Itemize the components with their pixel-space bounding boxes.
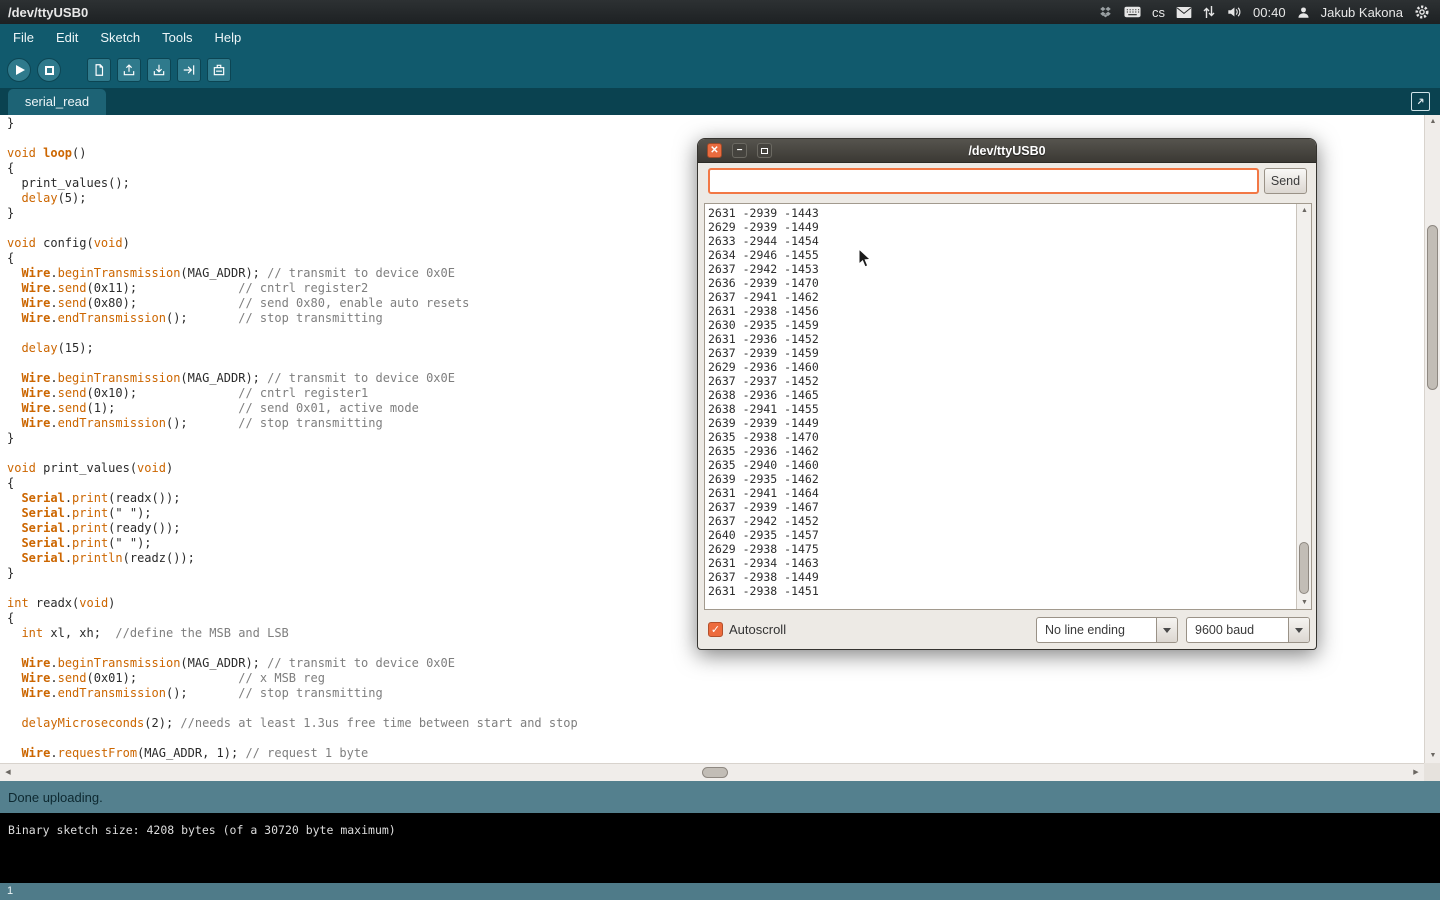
serial-scroll-up-arrow[interactable]: ▲	[1297, 204, 1312, 217]
clock[interactable]: 00:40	[1253, 5, 1286, 20]
user-icon	[1297, 6, 1310, 19]
editor-vertical-scrollbar[interactable]: ▲ ▼	[1424, 115, 1440, 763]
desktop: /dev/ttyUSB0 cs 00:40 Jakub Kakona	[0, 0, 1440, 900]
tab-menu-button[interactable]	[1411, 92, 1430, 111]
upload-arrow-right-icon	[182, 63, 196, 77]
window-minimize-button[interactable]: −	[732, 143, 747, 158]
baud-rate-select[interactable]: 9600 baud	[1186, 617, 1310, 643]
code-line: Wire.requestFrom(MAG_ADDR, 1); // reques…	[7, 746, 1424, 761]
menu-bar: FileEditSketchToolsHelp	[0, 24, 1440, 52]
window-close-button[interactable]: ✕	[707, 143, 722, 158]
window-maximize-button[interactable]	[757, 143, 772, 158]
code-line: delayMicroseconds(2); //needs at least 1…	[7, 716, 1424, 731]
line-ending-select[interactable]: No line ending	[1036, 617, 1178, 643]
new-sketch-button[interactable]	[87, 58, 111, 82]
console-text: Binary sketch size: 4208 bytes (of a 307…	[8, 823, 396, 837]
code-line: Wire.endTransmission(); // stop transmit…	[7, 686, 1424, 701]
verify-button[interactable]	[7, 58, 31, 82]
horizontal-scrollbar-thumb[interactable]	[702, 767, 728, 778]
chevron-down-icon[interactable]	[1156, 618, 1177, 642]
vertical-scrollbar-thumb[interactable]	[1427, 225, 1438, 390]
menu-edit[interactable]: Edit	[45, 24, 89, 52]
current-line-number: 1	[7, 885, 13, 897]
upload-button[interactable]	[177, 58, 201, 82]
top-panel: /dev/ttyUSB0 cs 00:40 Jakub Kakona	[0, 0, 1440, 24]
serial-send-input[interactable]	[708, 168, 1259, 194]
stop-button[interactable]	[37, 58, 61, 82]
focused-window-title: /dev/ttyUSB0	[0, 5, 88, 20]
console-output: Binary sketch size: 4208 bytes (of a 307…	[0, 813, 1440, 883]
keyboard-layout-label[interactable]: cs	[1152, 5, 1165, 20]
scroll-down-arrow[interactable]: ▼	[1425, 749, 1440, 763]
tab-serial-read[interactable]: serial_read	[8, 89, 106, 115]
editor-horizontal-scrollbar[interactable]: ◀ ▶	[0, 763, 1424, 781]
network-sync-icon[interactable]	[1203, 5, 1215, 19]
serial-output-text: 2631 -2939 -1443 2629 -2939 -1449 2633 -…	[705, 204, 1311, 598]
menu-tools[interactable]: Tools	[151, 24, 203, 52]
new-tab-icon	[1415, 96, 1426, 107]
system-tray: cs 00:40 Jakub Kakona	[1098, 4, 1440, 20]
ide-toolbar	[0, 52, 1440, 88]
serial-monitor-window: ✕ − /dev/ttyUSB0 Send 2631 -2939 -1443 2…	[697, 138, 1317, 650]
chevron-down-icon[interactable]	[1288, 618, 1309, 642]
keyboard-layout-icon[interactable]	[1124, 6, 1141, 18]
serial-scrollbar[interactable]: ▲ ▼	[1296, 204, 1311, 609]
line-number-strip: 1	[0, 883, 1440, 900]
code-line	[7, 731, 1424, 746]
user-name[interactable]: Jakub Kakona	[1321, 5, 1403, 20]
scroll-right-arrow[interactable]: ▶	[1408, 764, 1424, 782]
open-arrow-up-icon	[122, 63, 136, 77]
serial-monitor-icon	[212, 63, 226, 77]
dropbox-icon[interactable]	[1098, 5, 1113, 19]
scroll-left-arrow[interactable]: ◀	[0, 764, 16, 782]
maximize-icon	[761, 148, 768, 154]
stop-icon	[45, 66, 54, 75]
save-sketch-button[interactable]	[147, 58, 171, 82]
serial-monitor-button[interactable]	[207, 58, 231, 82]
window-title: /dev/ttyUSB0	[698, 139, 1316, 163]
status-message: Done uploading.	[8, 790, 103, 805]
volume-icon[interactable]	[1226, 5, 1242, 19]
open-sketch-button[interactable]	[117, 58, 141, 82]
messages-envelope-icon[interactable]	[1176, 7, 1192, 18]
mouse-cursor	[858, 248, 872, 274]
menu-file[interactable]: File	[2, 24, 45, 52]
scrollbar-corner	[1424, 763, 1440, 781]
code-line: }	[7, 116, 1424, 131]
menu-help[interactable]: Help	[203, 24, 252, 52]
serial-scrollbar-thumb[interactable]	[1299, 542, 1309, 594]
autoscroll-checkbox[interactable]: ✓	[708, 622, 723, 637]
status-bar: Done uploading.	[0, 781, 1440, 813]
save-arrow-down-icon	[152, 63, 166, 77]
session-gear-icon[interactable]	[1414, 4, 1430, 20]
new-file-icon	[92, 63, 106, 77]
scroll-up-arrow[interactable]: ▲	[1425, 115, 1440, 129]
serial-scroll-down-arrow[interactable]: ▼	[1297, 596, 1312, 609]
autoscroll-label[interactable]: Autoscroll	[729, 622, 786, 637]
tab-bar: serial_read	[0, 88, 1440, 115]
code-line: Wire.beginTransmission(MAG_ADDR); // tra…	[7, 656, 1424, 671]
play-icon	[16, 65, 25, 75]
window-titlebar[interactable]: ✕ − /dev/ttyUSB0	[698, 139, 1316, 163]
code-line: Wire.send(0x01); // x MSB reg	[7, 671, 1424, 686]
serial-output-area[interactable]: 2631 -2939 -1443 2629 -2939 -1449 2633 -…	[704, 203, 1312, 610]
send-button[interactable]: Send	[1264, 168, 1307, 194]
menu-sketch[interactable]: Sketch	[89, 24, 151, 52]
code-line	[7, 701, 1424, 716]
